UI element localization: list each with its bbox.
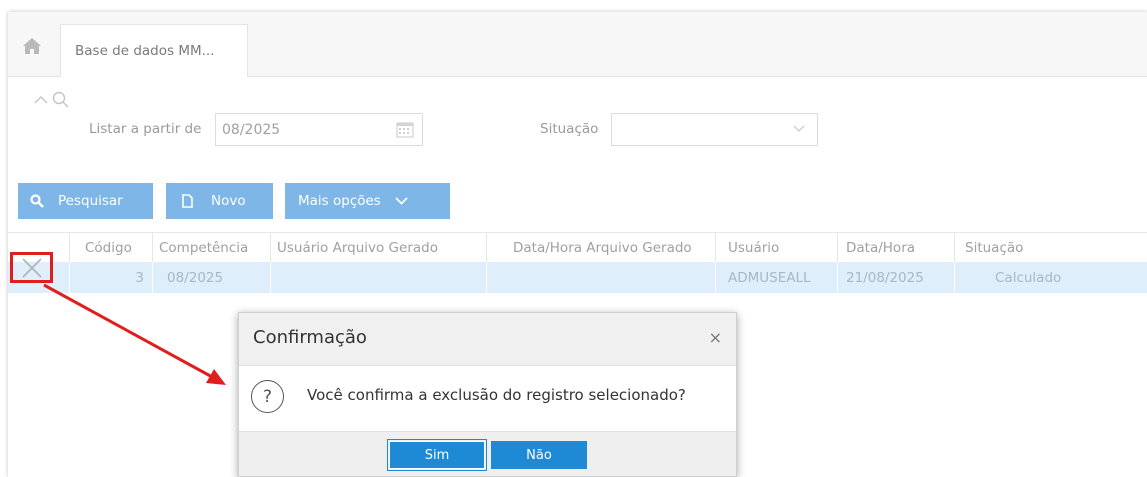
delete-x-icon[interactable] xyxy=(21,257,43,278)
sim-button[interactable]: Sim xyxy=(387,439,487,471)
header-competencia[interactable]: Competência xyxy=(153,233,271,262)
mais-opcoes-button[interactable]: Mais opções xyxy=(285,183,450,219)
situacao-select[interactable] xyxy=(611,113,818,146)
dialog-body: ? Você confirma a exclusão do registro s… xyxy=(239,366,736,431)
confirmation-dialog: Confirmação × ? Você confirma a exclusão… xyxy=(238,312,737,477)
header-codigo[interactable]: Código xyxy=(70,233,153,262)
header-data-hora-arquivo[interactable]: Data/Hora Arquivo Gerado xyxy=(487,233,716,262)
chevron-down-icon xyxy=(793,125,805,132)
calendar-icon[interactable] xyxy=(396,121,414,138)
cell-competencia: 08/2025 xyxy=(153,262,271,293)
cell-usuario-arquivo xyxy=(271,262,487,293)
cell-codigo: 3 xyxy=(70,262,153,293)
situacao-label: Situação xyxy=(540,121,599,137)
dialog-header: Confirmação × xyxy=(239,313,736,366)
header-usuario-arquivo[interactable]: Usuário Arquivo Gerado xyxy=(271,233,487,262)
chevron-down-icon xyxy=(395,197,408,205)
novo-label: Novo xyxy=(211,193,246,209)
filter-toggle[interactable] xyxy=(34,91,70,109)
listar-input[interactable]: 08/2025 xyxy=(215,113,423,146)
nao-button[interactable]: Não xyxy=(491,441,587,469)
pesquisar-button[interactable]: Pesquisar xyxy=(18,183,153,219)
tab-label: Base de dados MM... xyxy=(75,43,215,59)
listar-label: Listar a partir de xyxy=(89,121,202,137)
dialog-title: Confirmação xyxy=(253,327,367,348)
search-icon xyxy=(52,91,69,108)
home-icon xyxy=(23,38,41,54)
dialog-message: Você confirma a exclusão do registro sel… xyxy=(307,386,686,404)
header-situacao[interactable]: Situação xyxy=(955,233,1147,262)
cell-usuario: ADMUSEALL xyxy=(716,262,838,293)
mais-opcoes-label: Mais opções xyxy=(298,193,381,209)
cell-situacao: Calculado xyxy=(995,269,1062,286)
delete-row-highlight xyxy=(10,252,53,283)
search-icon xyxy=(30,194,44,208)
dialog-footer: Sim Não xyxy=(239,431,736,476)
new-document-icon xyxy=(182,194,193,208)
question-icon: ? xyxy=(251,380,284,413)
home-button[interactable] xyxy=(14,32,50,60)
cell-data-hora-arquivo xyxy=(487,262,716,293)
listar-value: 08/2025 xyxy=(222,121,281,138)
pesquisar-label: Pesquisar xyxy=(58,193,123,209)
chevron-up-icon xyxy=(34,96,48,104)
close-icon[interactable]: × xyxy=(709,328,722,347)
cell-data-hora: 21/08/2025 xyxy=(838,262,955,293)
table-header: Código Competência Usuário Arquivo Gerad… xyxy=(8,232,1147,263)
header-usuario[interactable]: Usuário xyxy=(716,233,838,262)
tab-base-de-dados[interactable]: Base de dados MM... xyxy=(60,24,248,77)
table-row[interactable]: 3 08/2025 ADMUSEALL 21/08/2025 Calculado xyxy=(8,262,1147,293)
novo-button[interactable]: Novo xyxy=(166,183,273,219)
header-data-hora[interactable]: Data/Hora xyxy=(838,233,955,262)
tab-bar: Base de dados MM... xyxy=(8,12,1147,77)
